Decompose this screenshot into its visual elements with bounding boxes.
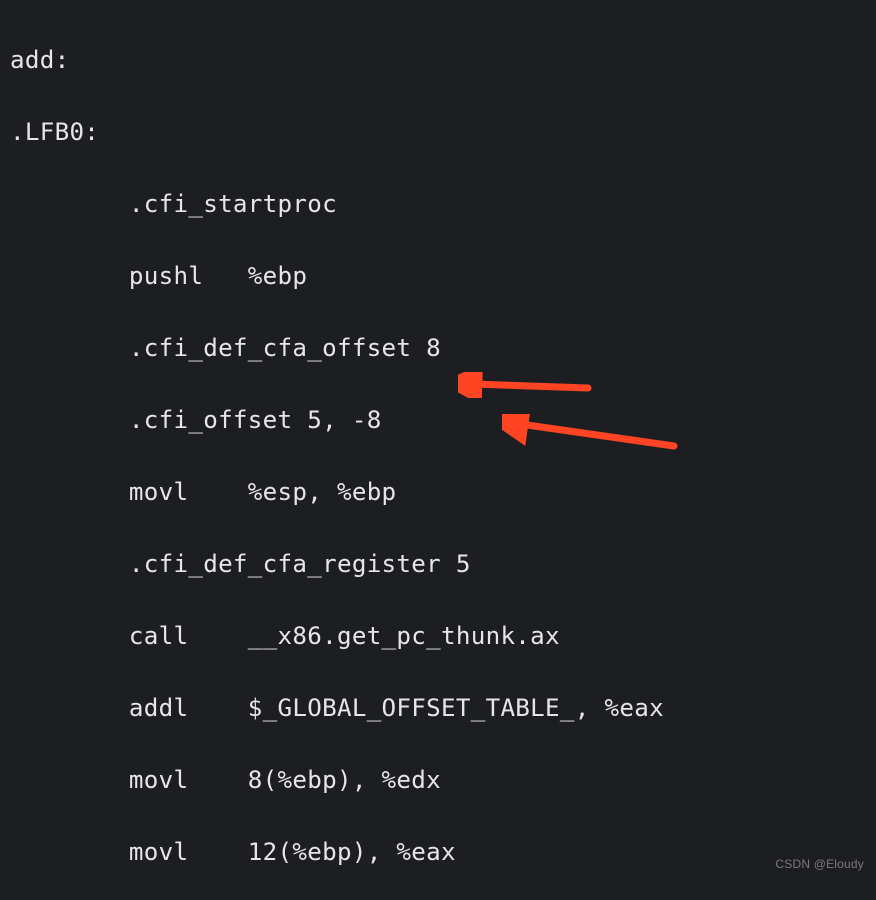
code-line: add:	[10, 42, 876, 78]
code-line: call __x86.get_pc_thunk.ax	[10, 618, 876, 654]
code-line: .cfi_offset 5, -8	[10, 402, 876, 438]
code-line: .cfi_startproc	[10, 186, 876, 222]
code-line: pushl %ebp	[10, 258, 876, 294]
code-line: movl %esp, %ebp	[10, 474, 876, 510]
code-line: movl 8(%ebp), %edx	[10, 762, 876, 798]
code-line: .LFB0:	[10, 114, 876, 150]
code-line: .cfi_def_cfa_register 5	[10, 546, 876, 582]
watermark-text: CSDN @Eloudy	[775, 846, 864, 882]
code-line: .cfi_def_cfa_offset 8	[10, 330, 876, 366]
arrow-annotation-icon	[458, 372, 598, 398]
assembly-code-block: add: .LFB0: .cfi_startproc pushl %ebp .c…	[0, 0, 876, 900]
code-line: movl 12(%ebp), %eax	[10, 834, 876, 870]
code-line: addl $_GLOBAL_OFFSET_TABLE_, %eax	[10, 690, 876, 726]
